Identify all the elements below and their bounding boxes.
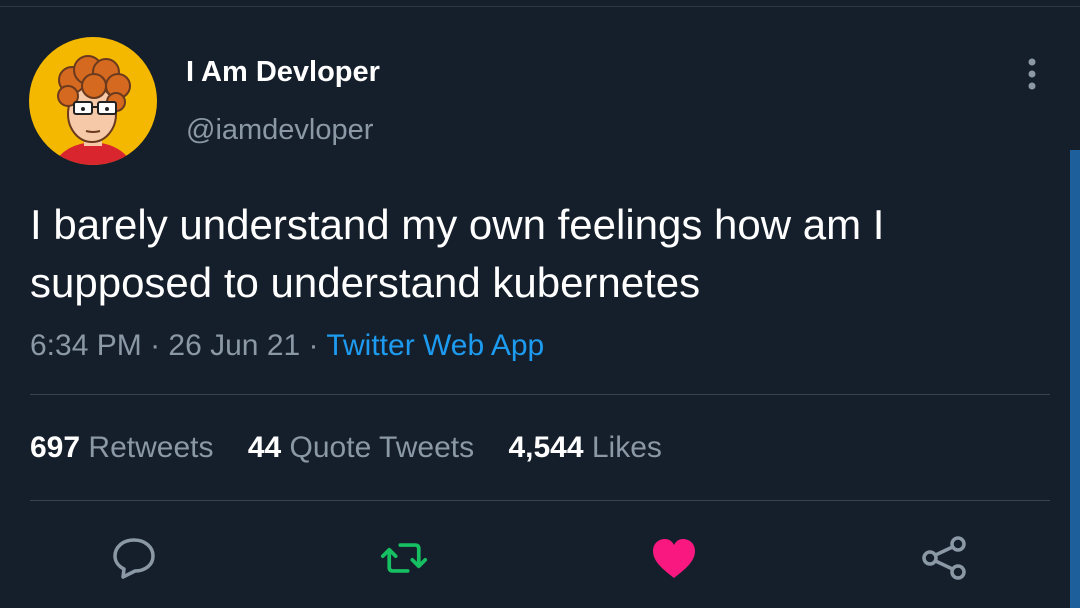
divider [30, 500, 1050, 501]
quote-tweets-count: 44 [247, 431, 282, 464]
reply-button[interactable] [110, 534, 158, 582]
retweet-button[interactable] [380, 534, 428, 582]
heart-icon [653, 539, 695, 578]
top-divider [0, 6, 1080, 7]
tweet-source-link[interactable]: Twitter Web App [326, 329, 544, 362]
avatar-image [29, 37, 157, 165]
quote-tweets-stat[interactable]: 44 Quote Tweets [248, 431, 474, 464]
share-button[interactable] [920, 534, 968, 582]
likes-stat[interactable]: 4,544 Likes [508, 431, 661, 464]
like-button[interactable] [650, 534, 698, 582]
tweet-time[interactable]: 6:34 PM [30, 329, 142, 362]
meta-separator: · [308, 329, 319, 362]
avatar[interactable] [28, 36, 158, 166]
tweet-date[interactable]: 26 Jun 21 [168, 329, 300, 362]
reply-icon [113, 538, 155, 579]
vertical-ellipsis-icon [1028, 58, 1036, 90]
retweet-icon [380, 543, 428, 573]
retweets-count: 697 [30, 431, 81, 464]
retweets-label: Retweets [88, 431, 214, 464]
quote-tweets-label: Quote Tweets [289, 431, 475, 464]
engagement-stats: 697 Retweets 44 Quote Tweets 4,544 Likes [30, 428, 688, 468]
tweet-metadata: 6:34 PM · 26 Jun 21 · Twitter Web App [30, 326, 544, 366]
divider [30, 394, 1050, 395]
meta-separator: · [150, 329, 161, 362]
likes-count: 4,544 [508, 431, 584, 464]
tweet-detail-screen: I Am Devloper @iamdevloper I barely unde… [0, 0, 1080, 608]
scrollbar[interactable] [1070, 150, 1080, 608]
retweets-stat[interactable]: 697 Retweets [30, 431, 213, 464]
author-handle[interactable]: @iamdevloper [186, 110, 373, 150]
author-display-name[interactable]: I Am Devloper [186, 52, 380, 92]
tweet-text: I barely understand my own feelings how … [30, 201, 885, 306]
share-icon [922, 536, 966, 580]
more-options-button[interactable] [1018, 56, 1046, 92]
likes-label: Likes [591, 431, 662, 464]
